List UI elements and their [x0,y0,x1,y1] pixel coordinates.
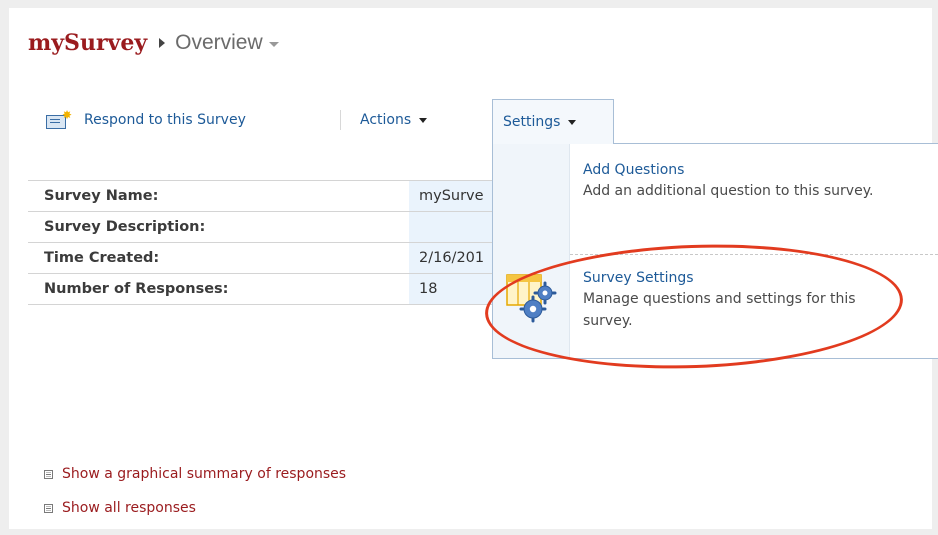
response-links: Show a graphical summary of responses Sh… [44,456,346,526]
frame-bottom [0,529,938,535]
menu-item-title: Add Questions [583,162,685,178]
property-label: Number of Responses: [28,273,409,305]
toolbar-divider [340,110,341,130]
menu-item-description: Manage questions and settings for this s… [583,291,856,329]
menu-icon-gutter [493,144,570,358]
table-row: Number of Responses: 18 [28,273,508,305]
frame-left [0,0,9,535]
show-all-responses-link[interactable]: Show all responses [44,490,346,526]
actions-label: Actions [360,112,412,128]
link-label: Show all responses [62,500,196,516]
expand-icon [44,503,53,513]
site-title-link[interactable]: mySurvey [28,30,147,56]
menu-divider [570,254,938,255]
respond-label: Respond to this Survey [84,112,246,128]
breadcrumb: mySurvey Overview [28,26,279,60]
breadcrumb-separator-icon [159,38,166,48]
settings-dropdown-menu: Add Questions Add an additional question… [492,143,938,359]
actions-menu-button[interactable]: Actions [360,100,428,140]
caret-down-icon [419,117,428,123]
survey-properties-table: Survey Name: mySurve Survey Description:… [28,180,508,305]
menu-item-description: Add an additional question to this surve… [583,183,874,199]
property-label: Survey Name: [28,180,409,212]
table-row: Survey Name: mySurve [28,180,508,212]
caret-down-icon [568,119,577,125]
menu-item-add-questions[interactable]: Add Questions Add an additional question… [570,160,938,202]
property-label: Survey Description: [28,211,409,243]
menu-item-title: Survey Settings [583,270,694,286]
settings-menu-button[interactable]: Settings [492,99,614,144]
show-graphical-summary-link[interactable]: Show a graphical summary of responses [44,456,346,492]
menu-item-survey-settings[interactable]: Survey Settings Manage questions and set… [570,268,938,332]
page-title[interactable]: Overview [175,31,263,55]
settings-label: Settings [503,114,561,130]
link-label: Show a graphical summary of responses [62,466,347,482]
expand-icon [44,469,53,479]
respond-to-survey-button[interactable]: ✸ Respond to this Survey [44,100,246,140]
property-label: Time Created: [28,242,409,274]
frame-top [0,0,938,8]
table-row: Survey Description: [28,211,508,243]
respond-icon: ✸ [44,109,72,129]
table-row: Time Created: 2/16/201 [28,242,508,274]
chevron-down-icon[interactable] [268,41,279,47]
survey-settings-icon [506,274,557,323]
